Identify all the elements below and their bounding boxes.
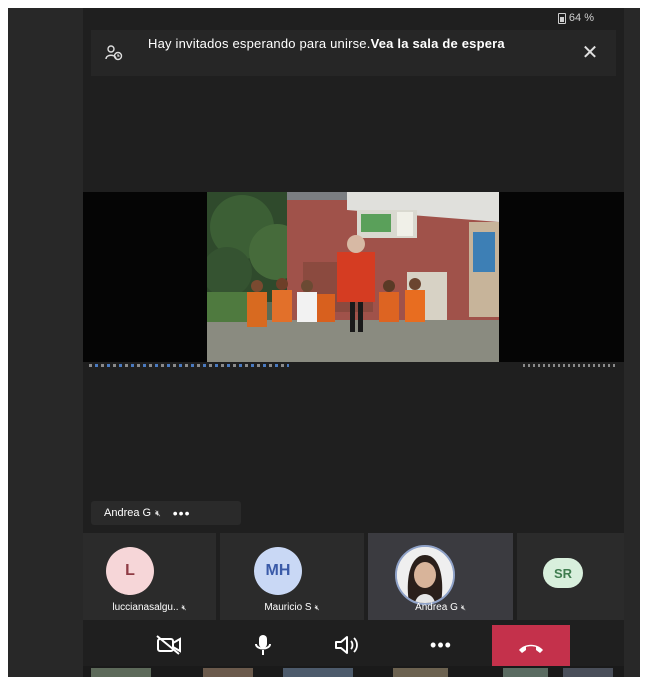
hang-up-icon xyxy=(519,644,543,653)
participant-name: luccianasalgu.. xyxy=(112,602,179,613)
mic-off-icon: 🔇︎ xyxy=(181,603,187,612)
participant-name: Mauricio S xyxy=(264,602,312,613)
speaker-button[interactable] xyxy=(327,629,367,661)
microphone-button[interactable] xyxy=(243,629,283,661)
speaker-icon xyxy=(335,636,358,654)
microphone-icon xyxy=(255,635,271,655)
participant-label: luccianasalgu.. 🔇︎ xyxy=(83,602,216,613)
banner-message-text: Hay invitados esperando para unirse. xyxy=(148,36,371,51)
shared-photo-image xyxy=(207,192,499,362)
call-controls: ••• xyxy=(83,625,624,671)
people-waiting-icon xyxy=(105,45,123,61)
shared-photo xyxy=(207,192,499,362)
battery-text: 64 % xyxy=(568,12,594,24)
hang-up-button[interactable] xyxy=(492,625,570,671)
avatar-image xyxy=(397,547,453,603)
thumbnail-strip-left xyxy=(89,364,289,367)
thumbnail-strip-right xyxy=(523,364,618,367)
participant-label: Andrea G 🔇︎ xyxy=(368,602,513,613)
participant-tile-active[interactable]: Andrea G 🔇︎ xyxy=(368,533,513,620)
avatar-photo xyxy=(395,545,455,605)
more-icon: ••• xyxy=(430,634,452,655)
participant-gallery: L luccianasalgu.. 🔇︎ MH Mauricio S 🔇︎ An… xyxy=(83,533,624,620)
main-speaker-tag: Andrea G 🔇︎ ••• xyxy=(91,501,241,525)
more-options-icon[interactable]: ••• xyxy=(173,505,191,521)
status-bar: 64 % xyxy=(83,8,624,30)
participant-tile[interactable]: MH Mauricio S 🔇︎ xyxy=(220,533,364,620)
camera-off-icon xyxy=(156,635,181,655)
participant-tile[interactable]: L luccianasalgu.. 🔇︎ xyxy=(83,533,216,620)
waiting-room-link[interactable]: Vea la sala de espera xyxy=(371,36,505,51)
battery-indicator: 64 % xyxy=(557,12,594,24)
avatar: L xyxy=(106,547,154,595)
teams-meeting-window: 64 % Hay invitados esperando para unirse… xyxy=(83,8,624,677)
participant-tile[interactable]: SR xyxy=(517,533,624,620)
avatar-initials: L xyxy=(125,562,135,579)
waiting-lobby-banner[interactable]: Hay invitados esperando para unirse.Vea … xyxy=(91,30,616,76)
bottom-thumbnail-strip xyxy=(83,666,624,677)
screenshot-frame: 64 % Hay invitados esperando para unirse… xyxy=(8,8,640,677)
avatar: MH xyxy=(254,547,302,595)
avatar-initials: SR xyxy=(553,565,573,581)
avatar-initials: MH xyxy=(265,562,291,579)
mic-off-icon: 🔇︎ xyxy=(314,603,320,612)
close-icon[interactable]: ✕ xyxy=(580,43,600,63)
banner-message: Hay invitados esperando para unirse.Vea … xyxy=(148,36,558,52)
mic-off-icon: 🔇︎ xyxy=(155,507,161,518)
battery-icon xyxy=(557,12,566,24)
more-button[interactable]: ••• xyxy=(421,629,461,661)
camera-off-button[interactable] xyxy=(149,629,189,661)
mic-off-icon: 🔇︎ xyxy=(460,603,466,612)
main-speaker-name: Andrea G xyxy=(104,507,152,519)
participant-label: Mauricio S 🔇︎ xyxy=(220,602,364,613)
participant-name: Andrea G xyxy=(415,602,458,613)
avatar: SR xyxy=(543,558,583,588)
